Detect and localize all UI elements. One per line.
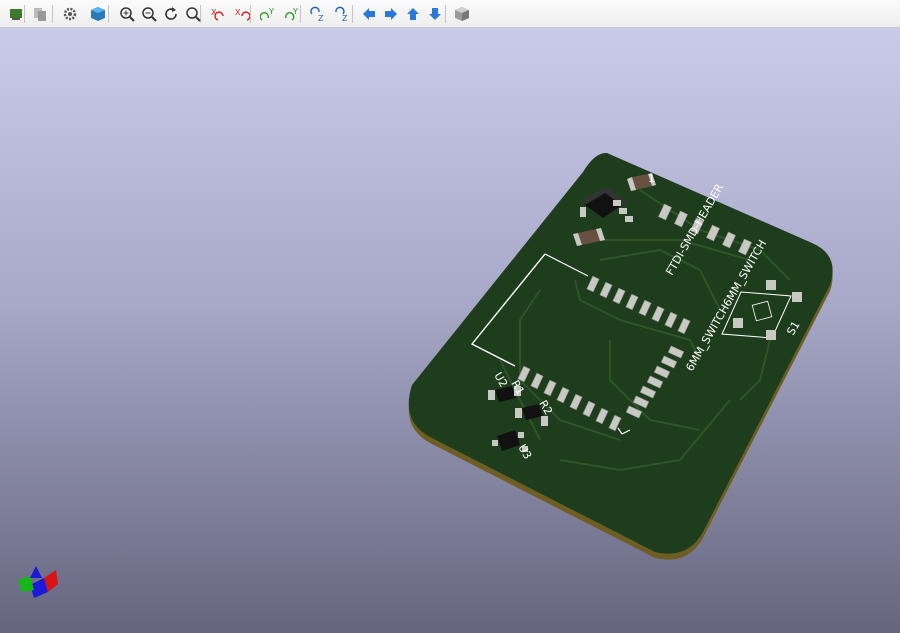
- reload-board-icon: [10, 9, 22, 20]
- pcb-3d-scene: FTDI-SMD-HEADER 6MM_SWITCH6MM_SWITCH S1 …: [18, 152, 833, 598]
- zoom-out-button[interactable]: [139, 4, 159, 24]
- preferences-gear-button[interactable]: [60, 4, 80, 24]
- pan-left-button[interactable]: [359, 4, 379, 24]
- pan-up-button[interactable]: [403, 4, 423, 24]
- rotate-x-ccw-icon: X: [235, 8, 250, 21]
- svg-text:Z: Z: [318, 14, 324, 22]
- rotate-z-cw-icon: Z: [310, 6, 324, 22]
- redraw-button[interactable]: [161, 4, 181, 24]
- rotate-y-cw-icon: Y: [260, 7, 274, 21]
- pan-left-icon: [363, 8, 375, 20]
- raytracing-cube-icon: [91, 7, 105, 21]
- raytracing-cube-button[interactable]: [88, 4, 108, 24]
- axis-indicator: [18, 566, 58, 598]
- zoom-in-button[interactable]: [117, 4, 137, 24]
- rotate-x-ccw-button[interactable]: X: [232, 4, 252, 24]
- ortho-view-cube-button[interactable]: [452, 4, 472, 24]
- pan-right-button[interactable]: [381, 4, 401, 24]
- copy-to-clipboard-icon: [34, 8, 46, 21]
- pan-down-button[interactable]: [425, 4, 445, 24]
- zoom-fit-button[interactable]: [183, 4, 203, 24]
- rotate-z-ccw-icon: Z: [335, 6, 348, 22]
- preferences-gear-icon: [63, 7, 77, 21]
- rotate-y-cw-button[interactable]: Y: [258, 4, 278, 24]
- 3d-viewer-toolbar: XXYYZZ: [0, 0, 900, 28]
- rotate-x-cw-icon: X: [211, 8, 224, 21]
- pan-right-icon: [385, 8, 397, 20]
- zoom-fit-icon: [186, 7, 201, 22]
- pan-down-icon: [429, 8, 441, 20]
- toolbar-separator: [52, 5, 53, 23]
- svg-text:X: X: [235, 8, 241, 17]
- reload-board-button[interactable]: [6, 4, 26, 24]
- toolbar-separator: [445, 5, 446, 23]
- rotate-z-ccw-button[interactable]: Z: [332, 4, 352, 24]
- rotate-y-ccw-icon: Y: [285, 7, 298, 21]
- ortho-view-cube-icon: [455, 7, 469, 21]
- rotate-y-ccw-button[interactable]: Y: [282, 4, 302, 24]
- zoom-in-icon: [120, 7, 135, 22]
- svg-text:Y: Y: [268, 7, 274, 16]
- pan-up-icon: [407, 8, 419, 20]
- copy-to-clipboard-button[interactable]: [30, 4, 50, 24]
- 3d-viewport[interactable]: FTDI-SMD-HEADER 6MM_SWITCH6MM_SWITCH S1 …: [0, 28, 900, 633]
- svg-text:Z: Z: [342, 14, 348, 22]
- toolbar-separator: [108, 5, 109, 23]
- redraw-icon: [165, 7, 177, 20]
- rotate-x-cw-button[interactable]: X: [208, 4, 228, 24]
- rotate-z-cw-button[interactable]: Z: [308, 4, 328, 24]
- toolbar-separator: [352, 5, 353, 23]
- zoom-out-icon: [142, 7, 157, 22]
- label-j1-pin1: 1: [648, 172, 655, 185]
